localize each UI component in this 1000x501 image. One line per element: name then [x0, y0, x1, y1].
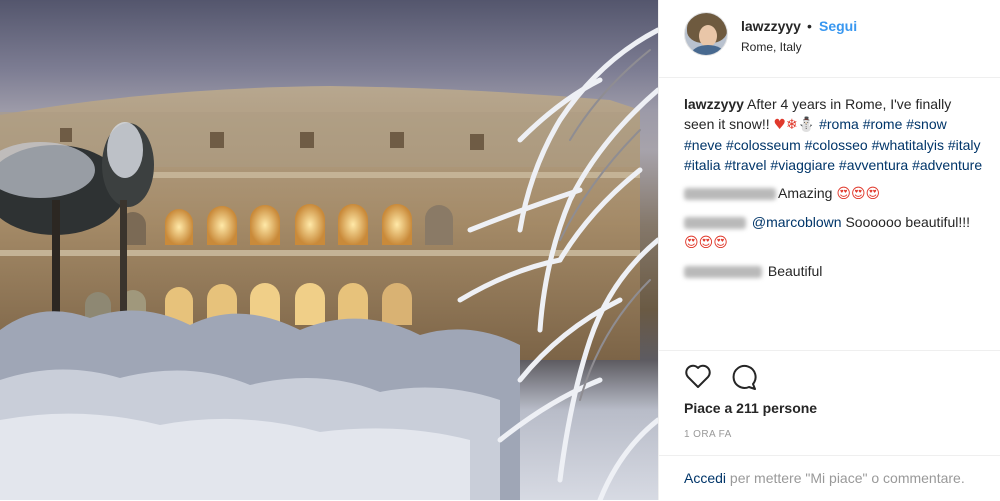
colosseum-snow-image [0, 27, 658, 500]
comment-emoji: 😍😍😍 [836, 186, 881, 202]
hashtag-link[interactable]: #whatitalyis [872, 137, 944, 153]
caption: lawzzyyy After 4 years in Rome, I've fin… [684, 94, 984, 175]
avatar[interactable] [684, 12, 728, 56]
comment-text: Soooooo beautiful!!! [841, 214, 971, 230]
comment-item: Amazing 😍😍😍 [684, 183, 984, 204]
hashtag-link[interactable]: #roma [819, 116, 859, 132]
post-sidebar: lawzzyyy • Segui Rome, Italy lawzzyyy Af… [658, 0, 1000, 500]
blurred-username [684, 266, 762, 279]
hashtag-link[interactable]: #italy [948, 137, 981, 153]
comment-emoji: 😍😍😍 [684, 235, 728, 251]
blurred-username [684, 188, 776, 201]
hashtag-link[interactable]: #avventura [839, 157, 908, 173]
login-footer: Accedi per mettere "Mi piace" o commenta… [659, 455, 1000, 501]
login-prompt-text: per mettere "Mi piace" o commentare. [726, 470, 965, 486]
hashtag-link[interactable]: #viaggiare [770, 157, 835, 173]
comments-list: lawzzyyy After 4 years in Rome, I've fin… [684, 94, 984, 281]
heart-icon[interactable] [684, 363, 712, 394]
avatar-face [699, 25, 717, 47]
separator-dot: • [807, 18, 812, 34]
post-photo[interactable] [0, 0, 658, 500]
hashtag-link[interactable]: #neve [684, 137, 722, 153]
hashtag-link[interactable]: #travel [724, 157, 766, 173]
hashtag-link[interactable]: #colosseo [805, 137, 868, 153]
login-prompt: Accedi per mettere "Mi piace" o commenta… [684, 469, 984, 488]
hashtag-link[interactable]: #colosseum [726, 137, 801, 153]
hashtag-link[interactable]: #rome [863, 116, 903, 132]
hashtag-link[interactable]: #italia [684, 157, 721, 173]
hashtag-link[interactable]: #adventure [912, 157, 982, 173]
comment-item: Beautiful [684, 261, 984, 281]
action-bar [659, 350, 1000, 390]
comment-text: Beautiful [767, 263, 823, 279]
blurred-username [684, 217, 746, 230]
caption-symbols: ♥❄⛄ [773, 117, 816, 133]
avatar-shirt [691, 45, 725, 55]
comment-item: @marcoblown Soooooo beautiful!!! 😍😍😍 [684, 212, 984, 253]
location-link[interactable]: Rome, Italy [741, 40, 802, 54]
mention-link[interactable]: @marcoblown [752, 214, 842, 230]
hashtag-link[interactable]: #snow [906, 116, 946, 132]
comment-text: Amazing [778, 185, 833, 201]
caption-username[interactable]: lawzzyyy [684, 96, 744, 112]
post-header: lawzzyyy • Segui Rome, Italy [659, 0, 1000, 78]
comment-icon[interactable] [729, 363, 757, 396]
likes-count[interactable]: Piace a 211 persone [684, 400, 817, 416]
follow-button[interactable]: Segui [819, 18, 857, 34]
username-link[interactable]: lawzzyyy [741, 18, 801, 34]
post-timestamp: 1 ORA FA [684, 429, 732, 440]
login-link[interactable]: Accedi [684, 470, 726, 486]
